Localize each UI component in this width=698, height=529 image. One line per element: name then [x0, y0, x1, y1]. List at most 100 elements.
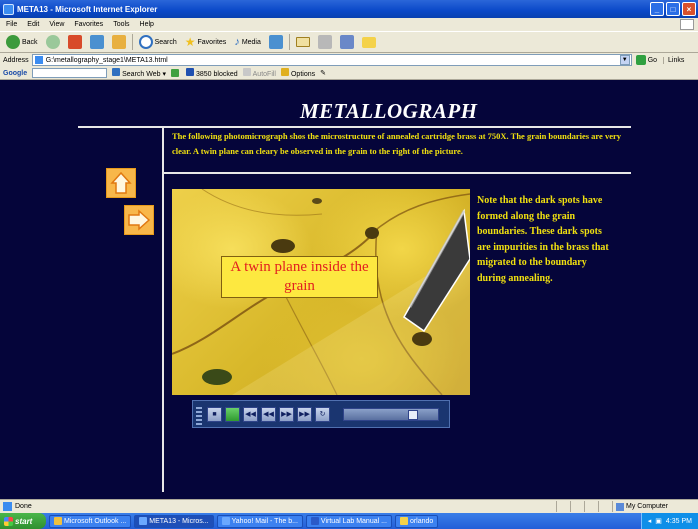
- go-label: Go: [647, 56, 658, 64]
- taskbar-item-orlando[interactable]: orlando: [394, 514, 439, 528]
- stop-square-icon: ■: [212, 410, 217, 418]
- options-label: Options: [290, 71, 316, 78]
- forward-button[interactable]: [44, 33, 62, 51]
- google-logo[interactable]: Google: [3, 70, 27, 77]
- address-label: Address: [3, 56, 29, 64]
- back-button[interactable]: Back: [4, 33, 40, 51]
- menu-help[interactable]: Help: [140, 21, 154, 28]
- previous-button[interactable]: ◀◀: [261, 406, 276, 422]
- vertical-divider: [162, 126, 164, 492]
- nav-up-button[interactable]: [106, 168, 136, 198]
- edit-button[interactable]: [338, 33, 356, 51]
- autofill-button[interactable]: AutoFill: [242, 68, 276, 78]
- intro-text: The following photomicrograph shos the m…: [172, 131, 621, 156]
- next-button[interactable]: ▶▶: [279, 406, 294, 422]
- home-button[interactable]: [110, 33, 128, 51]
- go-button[interactable]: Go: [635, 55, 658, 65]
- windows-logo-icon: [680, 19, 694, 30]
- computer-icon: [616, 502, 624, 511]
- status-text: Done: [15, 503, 32, 510]
- folder-button[interactable]: [360, 33, 378, 51]
- taskbar-item-outlook[interactable]: Microsoft Outlook ...: [49, 514, 132, 528]
- search-web-icon: [112, 68, 121, 76]
- folder-icon: [361, 36, 376, 48]
- start-label: start: [15, 516, 33, 526]
- stop-media-button[interactable]: ■: [207, 406, 222, 422]
- page-status-icon: [3, 502, 12, 511]
- media-button[interactable]: ♪ Media: [232, 33, 263, 51]
- system-tray: ◂ ▣ 4:35 PM: [640, 513, 698, 529]
- history-button[interactable]: [267, 33, 285, 51]
- arrow-right-icon: [128, 209, 151, 231]
- back-label: Back: [22, 38, 38, 46]
- loop-icon: ↻: [319, 410, 326, 418]
- favorites-button[interactable]: ★ Favorites: [183, 33, 229, 51]
- status-bar: Done My Computer: [0, 499, 698, 513]
- address-url: G:\metallography_stage1\META13.html: [45, 56, 168, 64]
- volume-icon[interactable]: ◂: [648, 517, 652, 525]
- search-web-label: Search Web: [122, 71, 161, 78]
- print-button[interactable]: [316, 33, 334, 51]
- taskbar-item-virtual-lab[interactable]: Virtual Lab Manual ...: [305, 514, 392, 528]
- menu-bar: File Edit View Favorites Tools Help: [0, 18, 698, 31]
- start-button[interactable]: start: [0, 513, 46, 529]
- popup-blocked-button[interactable]: 3850 blocked: [185, 68, 238, 78]
- rewind-button[interactable]: ◀◀: [243, 406, 258, 422]
- media-label: Media: [241, 38, 261, 46]
- minimize-button[interactable]: _: [650, 2, 664, 16]
- nav-next-button[interactable]: [124, 205, 154, 235]
- word-icon: [310, 517, 319, 525]
- loop-button[interactable]: ↻: [315, 406, 330, 422]
- fast-forward-button[interactable]: ▶▶: [297, 406, 312, 422]
- dark-spots-note: Note that the dark spots have formed alo…: [477, 195, 609, 284]
- taskbar-item-yahoo-mail[interactable]: Yahoo! Mail - The b...: [216, 514, 303, 528]
- status-pane: [584, 501, 598, 512]
- menu-favorites[interactable]: Favorites: [74, 21, 103, 28]
- autofill-label: AutoFill: [252, 71, 276, 78]
- popup-blocker-icon: [185, 68, 194, 76]
- windows-taskbar: start Microsoft Outlook ... META13 - Mic…: [0, 513, 698, 529]
- clock: 4:35 PM: [665, 517, 692, 525]
- ie-icon: [3, 3, 14, 15]
- toolbar-separator: [131, 34, 133, 50]
- mail-button[interactable]: [294, 33, 312, 51]
- stop-button[interactable]: [66, 33, 84, 51]
- google-search-web-button[interactable]: Search Web ▾: [112, 68, 166, 78]
- taskbar-item-meta13[interactable]: META13 - Micros...: [134, 514, 214, 528]
- google-options-button[interactable]: Options: [280, 68, 316, 78]
- security-zone: My Computer: [612, 501, 698, 512]
- refresh-button[interactable]: [88, 33, 106, 51]
- go-arrow-icon: [635, 55, 646, 65]
- search-button[interactable]: Search: [137, 33, 179, 51]
- menu-view[interactable]: View: [49, 21, 64, 28]
- page-title: METALLOGRAPH: [300, 99, 478, 123]
- address-dropdown-icon[interactable]: ▼: [619, 55, 630, 65]
- close-button[interactable]: ×: [682, 2, 696, 16]
- maximize-button[interactable]: □: [666, 2, 680, 16]
- title-divider: [78, 126, 631, 128]
- pagerank-icon[interactable]: [170, 69, 179, 77]
- menu-file[interactable]: File: [6, 21, 17, 28]
- menu-edit[interactable]: Edit: [27, 21, 39, 28]
- print-icon: [317, 35, 332, 49]
- mail-icon: [295, 37, 310, 47]
- browser-window: META13 - Microsoft Internet Explorer _ □…: [0, 0, 698, 529]
- links-button[interactable]: Links: [663, 56, 684, 64]
- network-icon[interactable]: ▣: [655, 517, 662, 525]
- address-input[interactable]: G:\metallography_stage1\META13.html ▼: [31, 54, 632, 66]
- page-content: METALLOGRAPH The following photomicrogra…: [0, 80, 698, 499]
- google-search-input[interactable]: [32, 68, 108, 78]
- standard-toolbar: Back Search ★ Favorites ♪ Media: [0, 31, 698, 53]
- folder-icon: [399, 517, 408, 525]
- next-icon: ▶▶: [281, 410, 292, 418]
- seek-knob[interactable]: [408, 409, 418, 420]
- highlight-pen-icon[interactable]: ✎: [320, 69, 326, 77]
- task-label: Yahoo! Mail - The b...: [231, 517, 298, 525]
- menu-tools[interactable]: Tools: [113, 21, 129, 28]
- star-icon: ★: [184, 35, 196, 49]
- ie-icon: [139, 517, 148, 525]
- play-button[interactable]: [225, 406, 240, 422]
- player-grip-handle[interactable]: [196, 405, 202, 425]
- seek-bar[interactable]: [343, 407, 439, 421]
- media-icon: ♪: [234, 36, 240, 48]
